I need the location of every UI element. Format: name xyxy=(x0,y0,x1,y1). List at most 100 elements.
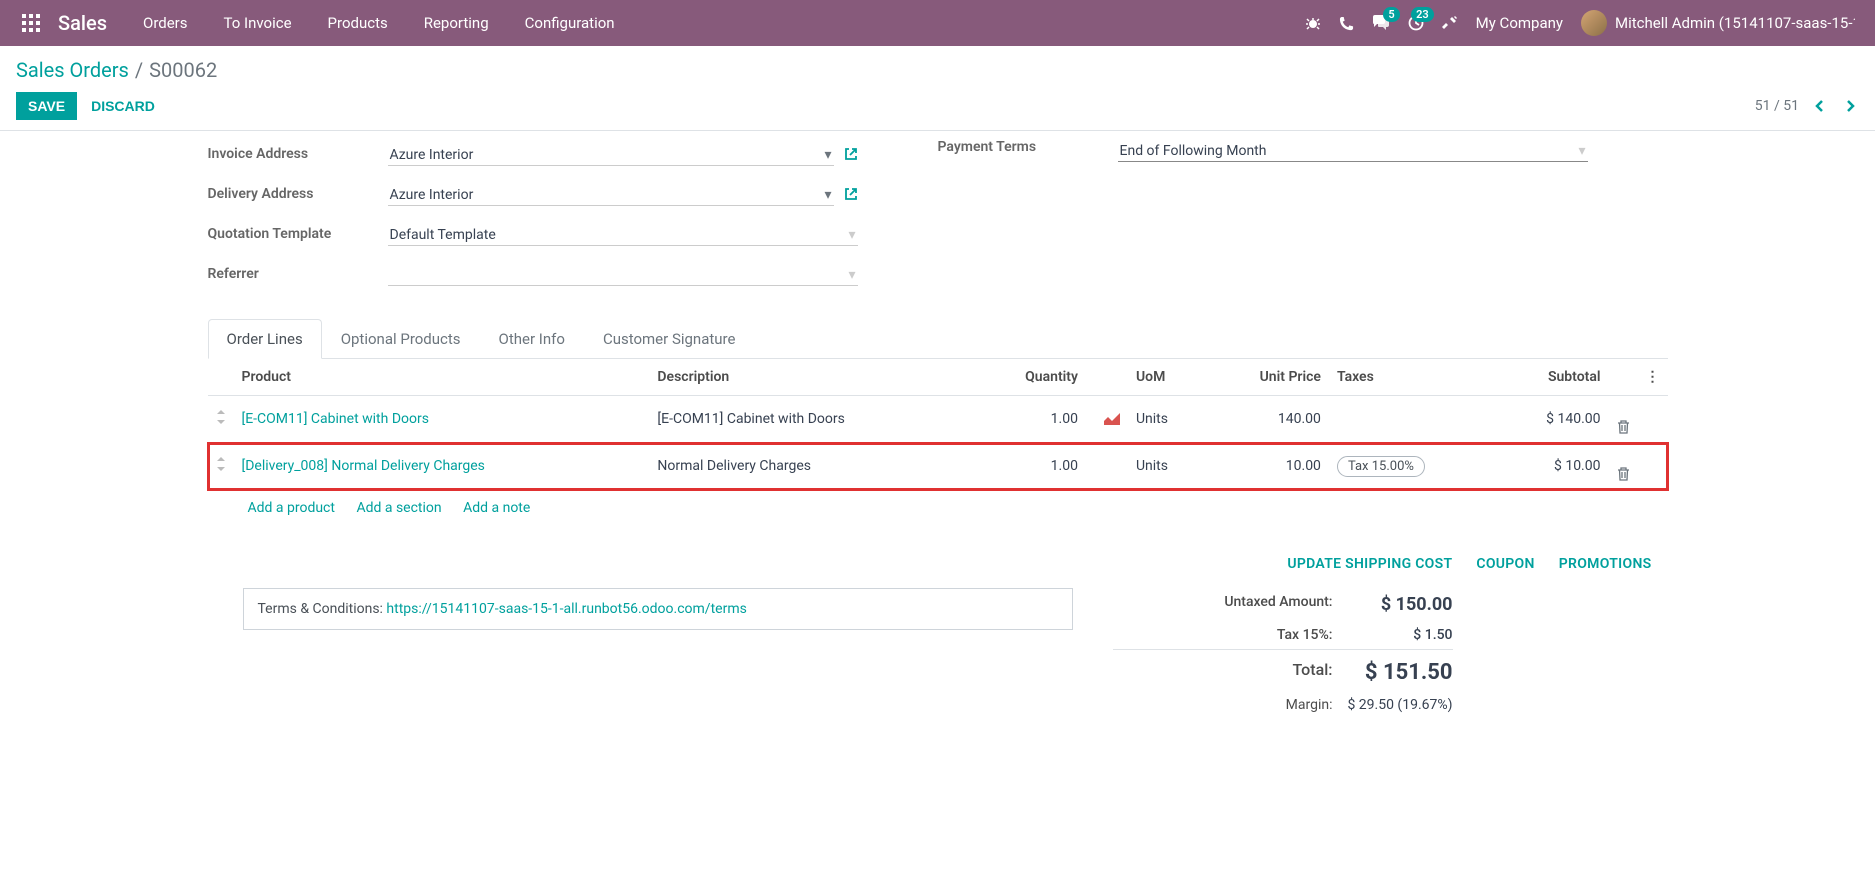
user-name-label: Mitchell Admin (15141107-saas-15-1-al xyxy=(1615,14,1855,32)
caret-down-icon: ▾ xyxy=(1578,143,1585,159)
delivery-address-field[interactable]: Azure Interior ▾ xyxy=(388,183,834,206)
table-row[interactable]: [Delivery_008] Normal Delivery Charges No… xyxy=(208,443,1668,490)
nav-item-orders[interactable]: Orders xyxy=(125,2,206,44)
payment-terms-label: Payment Terms xyxy=(938,139,1118,155)
col-unit-price: Unit Price xyxy=(1205,359,1329,396)
apps-icon[interactable] xyxy=(10,14,52,32)
tab-other-info[interactable]: Other Info xyxy=(480,319,584,358)
col-product: Product xyxy=(234,359,650,396)
drag-handle-icon[interactable] xyxy=(208,443,234,490)
tab-order-lines[interactable]: Order Lines xyxy=(208,319,322,359)
delete-icon[interactable] xyxy=(1617,451,1630,481)
pager: 51 / 51 xyxy=(1755,95,1859,117)
breadcrumb-parent[interactable]: Sales Orders xyxy=(16,58,129,82)
product-cell[interactable]: [Delivery_008] Normal Delivery Charges xyxy=(242,458,485,474)
uom-cell[interactable]: Units xyxy=(1128,443,1205,490)
col-description: Description xyxy=(649,359,975,396)
payment-terms-field[interactable]: End of Following Month ▾ xyxy=(1118,139,1588,162)
col-taxes: Taxes xyxy=(1329,359,1496,396)
taxes-cell[interactable] xyxy=(1329,396,1496,443)
pager-next[interactable] xyxy=(1841,95,1859,117)
product-cell[interactable]: [E-COM11] Cabinet with Doors xyxy=(242,411,429,427)
tax-tag[interactable]: Tax 15.00% xyxy=(1337,456,1425,477)
drag-handle-icon[interactable] xyxy=(208,396,234,443)
price-cell[interactable]: 10.00 xyxy=(1205,443,1329,490)
activity-icon[interactable]: 23 xyxy=(1408,15,1424,31)
bug-icon[interactable] xyxy=(1305,15,1321,31)
description-cell[interactable]: Normal Delivery Charges xyxy=(649,443,975,490)
top-navbar: Sales Orders To Invoice Products Reporti… xyxy=(0,0,1875,46)
nav-item-products[interactable]: Products xyxy=(310,2,406,44)
qty-cell[interactable]: 1.00 xyxy=(976,443,1086,490)
external-link-icon[interactable] xyxy=(844,147,858,161)
app-name[interactable]: Sales xyxy=(52,11,125,35)
tabs: Order Lines Optional Products Other Info… xyxy=(208,319,1668,359)
promotions-button[interactable]: PROMOTIONS xyxy=(1559,556,1652,572)
breadcrumb: Sales Orders / S00062 xyxy=(16,58,1859,82)
chat-badge: 5 xyxy=(1383,7,1399,22)
breadcrumb-separator: / xyxy=(135,58,143,82)
nav-item-to-invoice[interactable]: To Invoice xyxy=(206,2,310,44)
save-button[interactable]: SAVE xyxy=(16,92,77,120)
kebab-icon[interactable]: ⋮ xyxy=(1638,359,1668,396)
form-sheet: Invoice Address Azure Interior ▾ Deliver… xyxy=(192,131,1684,739)
price-cell[interactable]: 140.00 xyxy=(1205,396,1329,443)
external-link-icon[interactable] xyxy=(844,187,858,201)
description-cell[interactable]: [E-COM11] Cabinet with Doors xyxy=(649,396,975,443)
qty-cell[interactable]: 1.00 xyxy=(976,396,1086,443)
add-note-link[interactable]: Add a note xyxy=(463,500,530,516)
uom-cell[interactable]: Units xyxy=(1128,396,1205,443)
terms-field[interactable]: Terms & Conditions: https://15141107-saa… xyxy=(243,588,1073,630)
phone-icon[interactable] xyxy=(1339,16,1354,31)
tax-label: Tax 15%: xyxy=(1113,627,1333,643)
nav-item-configuration[interactable]: Configuration xyxy=(507,2,633,44)
untaxed-label: Untaxed Amount: xyxy=(1113,594,1333,615)
table-row[interactable]: [E-COM11] Cabinet with Doors [E-COM11] Ca… xyxy=(208,396,1668,443)
tab-optional-products[interactable]: Optional Products xyxy=(322,319,480,358)
chat-icon[interactable]: 5 xyxy=(1372,15,1390,31)
bottom-actions: UPDATE SHIPPING COST COUPON PROMOTIONS xyxy=(208,526,1668,588)
company-selector[interactable]: My Company xyxy=(1476,14,1563,32)
quotation-template-label: Quotation Template xyxy=(208,226,388,242)
col-quantity: Quantity xyxy=(976,359,1086,396)
pager-text[interactable]: 51 / 51 xyxy=(1755,98,1799,114)
discard-button[interactable]: DISCARD xyxy=(77,92,169,120)
notebook: Order Lines Optional Products Other Info… xyxy=(208,319,1668,739)
taxes-cell[interactable]: Tax 15.00% xyxy=(1329,443,1496,490)
col-subtotal: Subtotal xyxy=(1496,359,1609,396)
order-lines-table: Product Description Quantity UoM Unit Pr… xyxy=(208,359,1668,490)
nav-item-reporting[interactable]: Reporting xyxy=(406,2,507,44)
tax-value: $ 1.50 xyxy=(1333,627,1453,643)
caret-down-icon: ▾ xyxy=(824,147,831,163)
update-shipping-button[interactable]: UPDATE SHIPPING COST xyxy=(1287,556,1452,572)
user-menu[interactable]: Mitchell Admin (15141107-saas-15-1-al xyxy=(1581,10,1855,36)
breadcrumb-current: S00062 xyxy=(149,58,217,82)
control-panel: Sales Orders / S00062 SAVE DISCARD 51 / … xyxy=(0,46,1875,131)
subtotal-cell: $ 140.00 xyxy=(1496,396,1609,443)
avatar xyxy=(1581,10,1607,36)
referrer-field[interactable]: ▾ xyxy=(388,263,858,286)
caret-down-icon: ▾ xyxy=(848,267,855,283)
quotation-template-field[interactable]: Default Template ▾ xyxy=(388,223,858,246)
total-label: Total: xyxy=(1113,660,1333,685)
delete-icon[interactable] xyxy=(1617,404,1630,434)
subtotal-cell: $ 10.00 xyxy=(1496,443,1609,490)
invoice-address-label: Invoice Address xyxy=(208,146,388,162)
delivery-address-value: Azure Interior xyxy=(390,187,474,203)
referrer-label: Referrer xyxy=(208,266,388,282)
pager-prev[interactable] xyxy=(1811,95,1829,117)
add-product-link[interactable]: Add a product xyxy=(248,500,335,516)
totals: Untaxed Amount: $ 150.00 Tax 15%: $ 1.50… xyxy=(1113,588,1453,719)
caret-down-icon: ▾ xyxy=(848,227,855,243)
invoice-address-field[interactable]: Azure Interior ▾ xyxy=(388,143,834,166)
activity-badge: 23 xyxy=(1411,7,1434,22)
untaxed-value: $ 150.00 xyxy=(1333,594,1453,615)
tools-icon[interactable] xyxy=(1442,15,1458,31)
coupon-button[interactable]: COUPON xyxy=(1476,556,1534,572)
tab-customer-signature[interactable]: Customer Signature xyxy=(584,319,755,358)
invoice-address-value: Azure Interior xyxy=(390,147,474,163)
terms-link[interactable]: https://15141107-saas-15-1-all.runbot56.… xyxy=(386,601,746,617)
terms-prefix: Terms & Conditions: xyxy=(258,601,387,617)
chart-icon[interactable] xyxy=(1104,413,1120,425)
add-section-link[interactable]: Add a section xyxy=(356,500,441,516)
